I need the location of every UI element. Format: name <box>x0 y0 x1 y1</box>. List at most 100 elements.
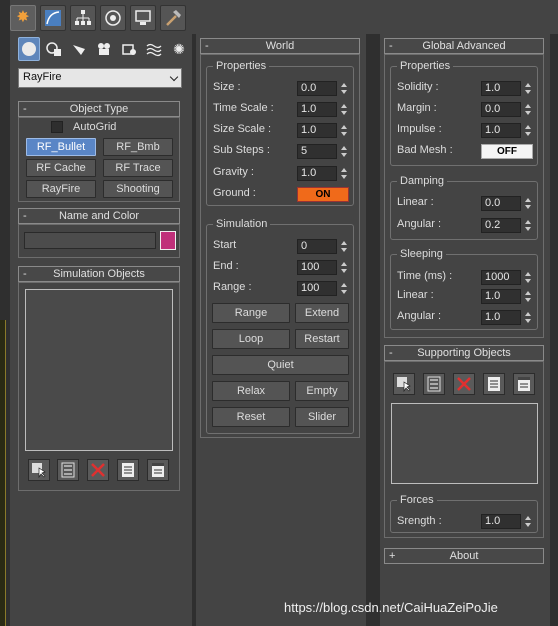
world-header[interactable]: - World <box>200 38 360 54</box>
spinner-value[interactable]: 0.0 <box>297 81 337 96</box>
motion-tab[interactable] <box>100 5 126 31</box>
list-objects-button[interactable] <box>57 459 79 481</box>
range-button[interactable]: Range <box>212 303 290 323</box>
rf-bmb-button[interactable]: RF_Bmb <box>103 138 173 156</box>
geometry-category[interactable] <box>18 37 40 61</box>
spinner-arrows[interactable] <box>523 310 532 325</box>
menu-button[interactable] <box>117 459 139 481</box>
display-tab[interactable] <box>130 5 156 31</box>
systems-category[interactable]: ✺ <box>168 37 190 61</box>
rayfire-button[interactable]: RayFire <box>26 180 96 198</box>
spinner-arrows[interactable] <box>523 289 532 304</box>
spacewarps-category[interactable] <box>143 37 165 61</box>
spinner-value[interactable]: 0.2 <box>481 218 521 233</box>
object-color-swatch[interactable] <box>160 231 176 250</box>
spinner-value[interactable]: 0.0 <box>481 196 521 211</box>
supporting-objects-header[interactable]: - Supporting Objects <box>384 345 544 361</box>
sub-steps-spinner[interactable]: 5 <box>297 144 349 159</box>
spinner-value[interactable]: 5 <box>297 144 337 159</box>
restart-button[interactable]: Restart <box>295 329 349 349</box>
spinner-value[interactable]: 1.0 <box>481 310 521 325</box>
hierarchy-tab[interactable] <box>70 5 96 31</box>
spinner-arrows[interactable] <box>523 514 532 529</box>
spinner-arrows[interactable] <box>523 270 532 285</box>
remove-objects-button[interactable] <box>87 459 109 481</box>
spinner-arrows[interactable] <box>339 260 348 275</box>
create-tab[interactable]: ✸ <box>10 5 36 31</box>
size-spinner[interactable]: 0.0 <box>297 81 349 96</box>
category-dropdown[interactable]: RayFire <box>18 68 182 88</box>
spinner-value[interactable]: 0.0 <box>481 102 521 117</box>
spinner-arrows[interactable] <box>523 81 532 96</box>
empty-button[interactable]: Empty <box>295 381 349 401</box>
spinner-value[interactable]: 1.0 <box>481 81 521 96</box>
spinner-value[interactable]: 1.0 <box>297 102 337 117</box>
lights-category[interactable] <box>68 37 90 61</box>
cameras-category[interactable] <box>93 37 115 61</box>
pick-support-button[interactable] <box>393 373 415 395</box>
impulse-spinner[interactable]: 1.0 <box>481 123 533 138</box>
size-scale-spinner[interactable]: 1.0 <box>297 123 349 138</box>
autogrid-checkbox[interactable] <box>51 121 63 133</box>
sleep-angular-spinner[interactable]: 1.0 <box>481 310 533 325</box>
spinner-arrows[interactable] <box>339 239 348 254</box>
spinner-arrows[interactable] <box>339 281 348 296</box>
margin-spinner[interactable]: 0.0 <box>481 102 533 117</box>
support-clear-button[interactable] <box>513 373 535 395</box>
damping-linear-spinner[interactable]: 0.0 <box>481 196 533 211</box>
simulation-objects-header[interactable]: - Simulation Objects <box>18 266 180 282</box>
rf-trace-button[interactable]: RF Trace <box>103 159 173 177</box>
relax-button[interactable]: Relax <box>212 381 290 401</box>
loop-button[interactable]: Loop <box>212 329 290 349</box>
utilities-tab[interactable] <box>160 5 186 31</box>
time-scale-spinner[interactable]: 1.0 <box>297 102 349 117</box>
spinner-arrows[interactable] <box>339 81 348 96</box>
about-header[interactable]: + About <box>384 548 544 564</box>
spinner-value[interactable]: 0 <box>297 239 337 254</box>
bad-mesh-toggle[interactable]: OFF <box>481 144 533 159</box>
pick-object-button[interactable] <box>28 459 50 481</box>
quiet-button[interactable]: Quiet <box>212 355 349 375</box>
spinner-value[interactable]: 1.0 <box>297 166 337 181</box>
strength-spinner[interactable]: 1.0 <box>481 514 533 529</box>
spinner-arrows[interactable] <box>523 196 532 211</box>
spinner-value[interactable]: 1.0 <box>481 123 521 138</box>
spinner-value[interactable]: 1.0 <box>481 289 521 304</box>
simulation-objects-list[interactable] <box>25 289 173 451</box>
spinner-arrows[interactable] <box>339 144 348 159</box>
solidity-spinner[interactable]: 1.0 <box>481 81 533 96</box>
support-menu-button[interactable] <box>483 373 505 395</box>
modify-tab[interactable] <box>40 5 66 31</box>
shapes-category[interactable] <box>43 37 65 61</box>
spinner-arrows[interactable] <box>523 218 532 233</box>
object-name-field[interactable] <box>24 232 156 249</box>
range-spinner[interactable]: 100 <box>297 281 349 296</box>
spinner-value[interactable]: 1.0 <box>297 123 337 138</box>
spinner-arrows[interactable] <box>339 102 348 117</box>
object-type-header[interactable]: - Object Type <box>18 101 180 117</box>
spinner-arrows[interactable] <box>339 166 348 181</box>
spinner-value[interactable]: 1.0 <box>481 514 521 529</box>
gravity-spinner[interactable]: 1.0 <box>297 166 349 181</box>
helpers-category[interactable] <box>118 37 140 61</box>
rf-cache-button[interactable]: RF Cache <box>26 159 96 177</box>
sleep-time-spinner[interactable]: 1000 <box>481 270 533 285</box>
supporting-objects-list[interactable] <box>391 403 538 484</box>
name-color-header[interactable]: - Name and Color <box>18 208 180 224</box>
spinner-arrows[interactable] <box>523 102 532 117</box>
spinner-value[interactable]: 1000 <box>481 270 521 285</box>
end-spinner[interactable]: 100 <box>297 260 349 275</box>
clear-button[interactable] <box>147 459 169 481</box>
spinner-value[interactable]: 100 <box>297 281 337 296</box>
remove-support-button[interactable] <box>453 373 475 395</box>
shooting-button[interactable]: Shooting <box>103 180 173 198</box>
slider-button[interactable]: Slider <box>295 407 349 427</box>
spinner-value[interactable]: 100 <box>297 260 337 275</box>
spinner-arrows[interactable] <box>339 123 348 138</box>
ground-toggle[interactable]: ON <box>297 187 349 202</box>
rf-bullet-button[interactable]: RF_Bullet <box>26 138 96 156</box>
spinner-arrows[interactable] <box>523 123 532 138</box>
global-advanced-header[interactable]: - Global Advanced <box>384 38 544 54</box>
sleep-linear-spinner[interactable]: 1.0 <box>481 289 533 304</box>
damping-angular-spinner[interactable]: 0.2 <box>481 218 533 233</box>
